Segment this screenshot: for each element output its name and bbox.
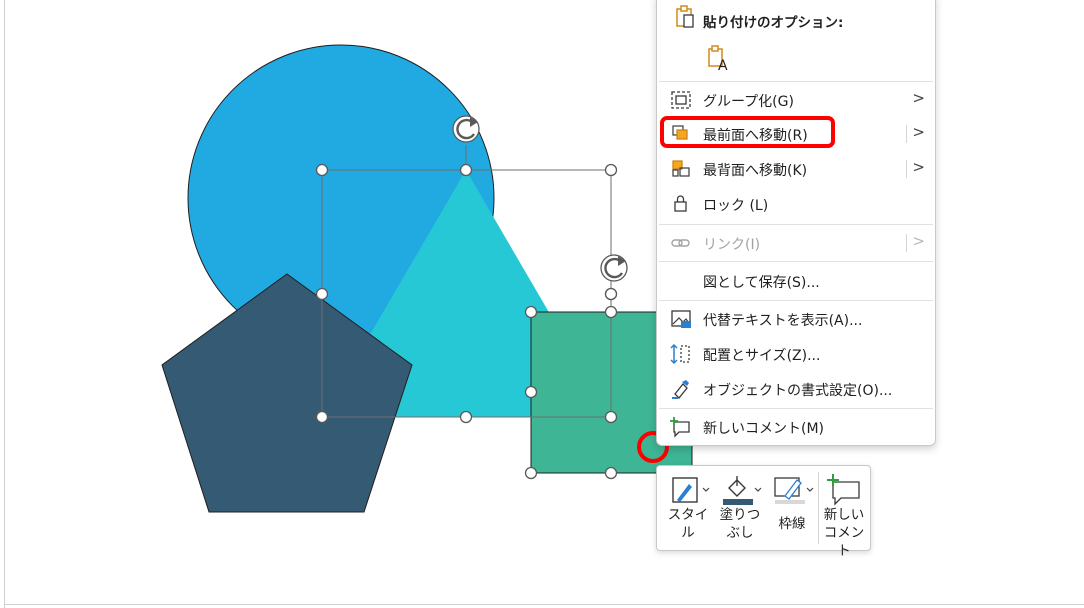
svg-text:A: A (718, 58, 728, 71)
chevron-right-icon: > (912, 232, 925, 250)
menu-separator (659, 261, 933, 262)
outline-button[interactable]: 枠線 (767, 466, 817, 550)
menu-item-label: ロック (L) (703, 198, 769, 214)
menu-item-label: グループ化(G) (703, 94, 794, 110)
menu-item-lock[interactable]: ロック (L) (657, 187, 935, 221)
mini-toolbar: スタイ ル 塗りつ ぶし 枠線 新しい コメント (656, 465, 871, 559)
send-to-back-icon (672, 160, 690, 177)
menu-separator (659, 408, 933, 409)
alt-text-icon (671, 310, 691, 328)
submenu-divider (906, 160, 907, 178)
outline-label: 枠線 (778, 516, 806, 532)
new-comment-label: 新しい コメント (823, 507, 865, 559)
submenu-divider (906, 125, 907, 143)
fill-label: 塗りつ ぶし (719, 507, 761, 541)
context-menu: 貼り付けのオプション: A グループ化(G) > 最前面へ移動(R) > 最背面… (656, 0, 936, 446)
link-icon (671, 239, 690, 247)
outline-pen-icon (774, 477, 814, 504)
chevron-right-icon: > (912, 89, 925, 107)
menu-item-alt-text[interactable]: 代替テキストを表示(A)... (657, 302, 935, 336)
menu-item-group[interactable]: グループ化(G) > (657, 83, 935, 117)
menu-item-label: 図として保存(S)... (703, 275, 820, 291)
lock-icon (674, 195, 687, 212)
style-button[interactable]: スタイ ル (663, 466, 713, 550)
menu-item-size-position[interactable]: 配置とサイズ(Z)... (657, 337, 935, 371)
fill-bucket-icon (723, 476, 762, 505)
paste-options-title: 貼り付けのオプション: (703, 15, 844, 31)
chevron-right-icon[interactable]: > (912, 158, 925, 176)
menu-item-label: オブジェクトの書式設定(O)... (703, 383, 893, 399)
menu-item-label: 配置とサイズ(Z)... (703, 348, 821, 364)
menu-item-label: 代替テキストを表示(A)... (703, 313, 863, 329)
chevron-right-icon[interactable]: > (912, 123, 925, 141)
paste-icon (676, 5, 694, 28)
slide-canvas[interactable]: 貼り付けのオプション: A グループ化(G) > 最前面へ移動(R) > 最背面… (0, 0, 1084, 608)
paste-keep-text-icon[interactable]: A (707, 45, 731, 71)
menu-item-label: 最背面へ移動(K) (703, 163, 808, 179)
new-comment-icon (827, 474, 860, 506)
rotate-handle-icon[interactable] (600, 254, 628, 282)
menu-item-new-comment[interactable]: 新しいコメント(M) (657, 410, 935, 444)
menu-item-label: リンク(I) (703, 237, 761, 253)
fill-button[interactable]: 塗りつ ぶし (715, 466, 765, 550)
shape-style-icon (672, 477, 710, 503)
menu-item-format-object[interactable]: オブジェクトの書式設定(O)... (657, 372, 935, 406)
new-comment-button[interactable]: 新しい コメント (819, 466, 869, 559)
highlight-annotation-box (660, 116, 835, 148)
size-position-icon (670, 343, 690, 365)
new-comment-icon (670, 417, 690, 438)
rotate-handle-icon[interactable] (452, 115, 480, 143)
submenu-divider (906, 234, 907, 252)
menu-separator (659, 224, 933, 225)
menu-item-label: 新しいコメント(M) (703, 421, 825, 437)
style-label: スタイ ル (667, 507, 709, 541)
menu-item-send-to-back[interactable]: 最背面へ移動(K) > (657, 152, 935, 186)
menu-separator (659, 300, 933, 301)
format-object-icon (672, 380, 689, 399)
menu-separator (659, 81, 933, 82)
group-icon (671, 91, 691, 109)
menu-item-save-as-picture[interactable]: 図として保存(S)... (657, 264, 935, 298)
menu-item-link: リンク(I) > (657, 226, 935, 260)
